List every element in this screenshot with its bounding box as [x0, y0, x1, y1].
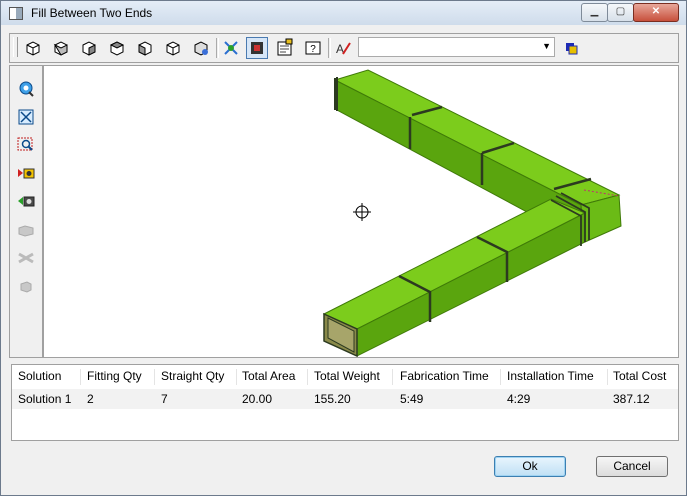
- minimize-button[interactable]: ▁: [581, 3, 608, 22]
- layers-icon[interactable]: [561, 37, 583, 59]
- view-iso-3-icon[interactable]: [78, 37, 100, 59]
- close-button[interactable]: ✕: [633, 3, 679, 22]
- side-toolbar: [9, 65, 43, 358]
- zoom-window-icon[interactable]: [15, 134, 37, 156]
- dialog-window: Fill Between Two Ends ▁ ▢ ✕ ? A ▼ Soluti…: [0, 0, 687, 496]
- chevron-down-icon: ▼: [542, 41, 551, 51]
- help-icon[interactable]: ?: [302, 37, 324, 59]
- shade-mode-icon: [251, 42, 263, 54]
- column-header[interactable]: Installation Time: [507, 365, 594, 389]
- toolbar-separator: [328, 38, 331, 58]
- duct-lower-top-face: [322, 198, 587, 330]
- scale-icon[interactable]: [220, 37, 242, 59]
- cell-straight-qty: 7: [161, 392, 168, 406]
- duct-3d-model[interactable]: [44, 66, 678, 358]
- column-header[interactable]: Fabrication Time: [400, 365, 489, 389]
- column-header[interactable]: Total Area: [242, 365, 295, 389]
- app-icon: [9, 7, 23, 20]
- svg-text:?: ?: [310, 44, 316, 55]
- shade-mode-button[interactable]: [246, 37, 268, 59]
- text-style-icon[interactable]: A: [332, 37, 354, 59]
- layer-combo[interactable]: ▼: [358, 37, 555, 57]
- table-row[interactable]: Solution 1 2 7 20.00 155.20 5:49 4:29 38…: [12, 389, 678, 409]
- column-divider[interactable]: [607, 369, 608, 385]
- svg-text:A: A: [336, 42, 344, 56]
- properties-icon[interactable]: [274, 37, 296, 59]
- toolbar-separator: [216, 38, 219, 58]
- column-divider[interactable]: [154, 369, 155, 385]
- maximize-button[interactable]: ▢: [607, 3, 634, 22]
- cell-total-cost: 387.12: [613, 392, 650, 406]
- model-viewport[interactable]: [43, 65, 679, 358]
- column-divider[interactable]: [392, 369, 393, 385]
- ok-button[interactable]: Ok: [494, 456, 566, 477]
- column-divider[interactable]: [80, 369, 81, 385]
- toolbar: ? A ▼: [9, 33, 679, 63]
- column-header[interactable]: Total Weight: [314, 365, 380, 389]
- grid-header: Solution Fitting Qty Straight Qty Total …: [12, 365, 678, 389]
- view-iso-7-icon[interactable]: [190, 37, 212, 59]
- cell-total-area: 20.00: [242, 392, 273, 406]
- zoom-extents-icon[interactable]: [15, 106, 37, 128]
- view-iso-1-icon[interactable]: [22, 37, 44, 59]
- cell-fitting-qty: 2: [87, 392, 94, 406]
- cell-total-weight: 155.20: [314, 392, 351, 406]
- column-header[interactable]: Fitting Qty: [87, 365, 142, 389]
- crosshair-icon: [353, 203, 371, 221]
- zoom-icon[interactable]: [15, 78, 37, 100]
- next-solution-icon[interactable]: [15, 162, 37, 184]
- view-iso-5-icon[interactable]: [134, 37, 156, 59]
- disabled-tool-2-icon[interactable]: [15, 246, 37, 268]
- cancel-button[interactable]: Cancel: [596, 456, 668, 477]
- cell-fabrication-time: 5:49: [400, 392, 424, 406]
- column-header[interactable]: Total Cost: [613, 365, 666, 389]
- column-header[interactable]: Straight Qty: [161, 365, 224, 389]
- view-iso-2-icon[interactable]: [50, 37, 72, 59]
- flange-upper-start: [334, 77, 338, 111]
- column-divider[interactable]: [500, 369, 501, 385]
- solutions-grid: Solution Fitting Qty Straight Qty Total …: [11, 364, 679, 441]
- title-bar: Fill Between Two Ends ▁ ▢ ✕: [1, 1, 686, 25]
- cell-solution: Solution 1: [18, 392, 72, 406]
- window-title: Fill Between Two Ends: [31, 6, 153, 20]
- disabled-tool-3-icon[interactable]: [15, 274, 37, 296]
- view-iso-4-icon[interactable]: [106, 37, 128, 59]
- toolbar-grip[interactable]: [13, 37, 18, 57]
- disabled-tool-1-icon[interactable]: [15, 218, 37, 240]
- prev-solution-icon[interactable]: [15, 190, 37, 212]
- column-header[interactable]: Solution: [18, 365, 61, 389]
- cell-installation-time: 4:29: [507, 392, 531, 406]
- column-divider[interactable]: [236, 369, 237, 385]
- column-divider[interactable]: [307, 369, 308, 385]
- view-iso-6-icon[interactable]: [162, 37, 184, 59]
